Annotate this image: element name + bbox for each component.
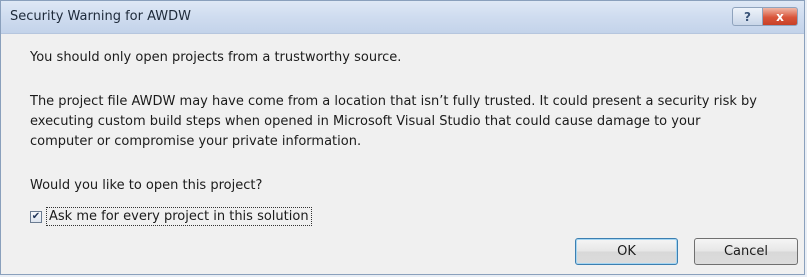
close-button[interactable]: x — [762, 7, 798, 26]
security-risk-paragraph: The project file AWDW may have come from… — [30, 94, 757, 149]
checkmark-icon: ✔ — [31, 210, 41, 222]
open-project-question: Would you like to open this project? — [30, 178, 263, 193]
help-icon: ? — [744, 9, 751, 24]
ask-every-project-option[interactable]: ✔ Ask me for every project in this solut… — [30, 207, 312, 226]
trust-warning-text: You should only open projects from a tru… — [30, 50, 402, 65]
ok-button[interactable]: OK — [575, 238, 678, 265]
help-button[interactable]: ? — [732, 7, 762, 26]
cancel-button[interactable]: Cancel — [694, 238, 798, 265]
close-icon: x — [776, 9, 784, 24]
security-warning-dialog: Security Warning for AWDW ? x You should… — [0, 0, 805, 275]
ask-every-project-checkbox[interactable]: ✔ — [30, 210, 42, 223]
dialog-content: You should only open projects from a tru… — [1, 34, 804, 274]
ask-every-project-label[interactable]: Ask me for every project in this solutio… — [46, 207, 312, 226]
title-bar[interactable]: Security Warning for AWDW ? x — [1, 1, 804, 34]
caption-buttons: ? x — [732, 7, 798, 26]
dialog-title: Security Warning for AWDW — [10, 9, 192, 24]
